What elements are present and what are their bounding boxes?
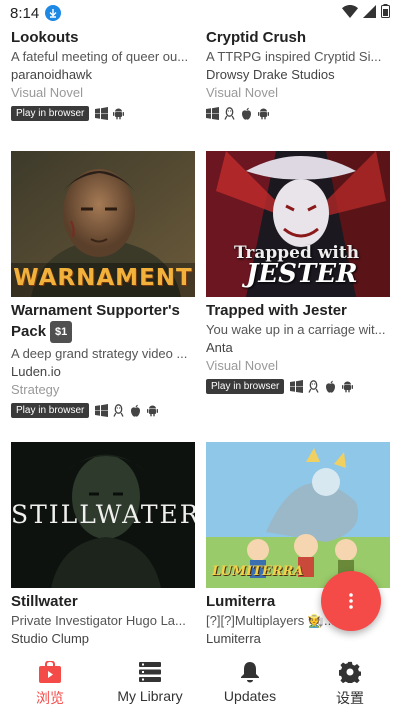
nav-updates-label: Updates: [223, 688, 277, 704]
windows-icon: [290, 379, 304, 393]
android-icon: [146, 404, 159, 417]
play-in-browser-tag: Play in browser: [11, 402, 90, 418]
cover-logo-text-2: JESTER: [246, 259, 358, 289]
linux-icon: [307, 379, 320, 393]
platform-row: Play in browser: [11, 402, 195, 418]
platform-row: [206, 105, 390, 121]
game-author[interactable]: Luden.io: [11, 363, 195, 381]
cover-logo-text: WARNAMENT: [13, 265, 193, 291]
android-icon: [341, 380, 354, 393]
game-title[interactable]: Warnament Supporter's Pack $1: [11, 301, 195, 343]
cell-signal-icon: [363, 4, 376, 22]
android-icon: [257, 107, 270, 120]
game-description: A fateful meeting of queer ou...: [11, 49, 189, 64]
game-card[interactable]: WARNAMENT Warnament Supporter's Pack $1 A…: [11, 151, 195, 418]
game-genre: Strategy: [11, 382, 60, 397]
apple-icon: [129, 404, 142, 417]
download-notification-icon: [45, 5, 62, 21]
nav-settings-label: 设置: [336, 690, 364, 706]
apple-icon: [324, 380, 337, 393]
cover-logo-text: STILLWATER: [11, 500, 195, 529]
game-description: A TTRPG inspired Cryptid Si...: [206, 49, 382, 64]
game-description: You wake up in a carriage wit...: [206, 322, 386, 337]
nav-browse-label: 浏览: [36, 690, 64, 706]
game-genre: Visual Novel: [206, 85, 279, 100]
play-in-browser-tag: Play in browser: [11, 105, 90, 121]
store-bag-icon: [38, 660, 62, 684]
platform-row: Play in browser: [206, 378, 390, 394]
game-genre: Visual Novel: [11, 85, 84, 100]
nav-updates[interactable]: Updates: [200, 650, 300, 711]
game-description: A deep grand strategy video ...: [11, 346, 188, 361]
status-time: 8:14: [10, 4, 40, 22]
linux-icon: [223, 106, 236, 120]
linux-icon: [112, 403, 125, 417]
vertical-dots-icon: [349, 593, 353, 609]
game-author[interactable]: Studio Clump: [11, 630, 195, 648]
game-author[interactable]: paranoidhawk: [11, 66, 195, 84]
windows-icon: [95, 106, 109, 120]
status-bar: 8:14: [0, 0, 400, 26]
more-options-fab[interactable]: [321, 571, 381, 631]
game-title-text[interactable]: Warnament Supporter's Pack: [11, 302, 180, 340]
game-cover-image[interactable]: LUMITERRA: [206, 442, 390, 588]
game-feed[interactable]: Lookouts A fateful meeting of queer ou..…: [0, 0, 400, 650]
game-title[interactable]: Stillwater: [11, 592, 195, 612]
game-card[interactable]: Lookouts A fateful meeting of queer ou..…: [11, 28, 195, 121]
game-author[interactable]: Drowsy Drake Studios: [206, 66, 390, 84]
price-badge: $1: [50, 321, 73, 343]
battery-icon: [381, 4, 390, 22]
nav-browse[interactable]: 浏览: [0, 650, 100, 711]
status-icons: [342, 4, 390, 22]
game-description: Private Investigator Hugo La...: [11, 613, 186, 628]
library-list-icon: [139, 660, 161, 684]
game-author[interactable]: Anta: [206, 339, 390, 357]
cover-logo-text: LUMITERRA: [212, 564, 304, 579]
game-title[interactable]: Cryptid Crush: [206, 28, 390, 48]
bottom-navigation: 浏览 My Library Updates 设置: [0, 650, 400, 711]
game-title[interactable]: Lookouts: [11, 28, 195, 48]
game-cover-image[interactable]: STILLWATER: [11, 442, 195, 588]
game-cover-image[interactable]: WARNAMENT: [11, 151, 195, 297]
nav-settings[interactable]: 设置: [300, 650, 400, 711]
bell-icon: [240, 660, 260, 684]
wifi-icon: [342, 4, 358, 22]
game-card[interactable]: Cryptid Crush A TTRPG inspired Cryptid S…: [206, 28, 390, 121]
game-cover-image[interactable]: Trapped with JESTER: [206, 151, 390, 297]
apple-icon: [240, 107, 253, 120]
game-genre: Visual Novel: [206, 358, 279, 373]
windows-icon: [206, 106, 219, 120]
play-in-browser-tag: Play in browser: [206, 378, 285, 394]
android-icon: [112, 107, 125, 120]
nav-my-library-label: My Library: [117, 688, 183, 704]
windows-icon: [95, 403, 109, 417]
game-title[interactable]: Trapped with Jester: [206, 301, 390, 321]
game-author[interactable]: Lumiterra: [206, 630, 390, 648]
platform-row: Play in browser: [11, 105, 195, 121]
game-card[interactable]: Trapped with JESTER Trapped with Jester …: [206, 151, 390, 394]
gear-icon: [339, 660, 361, 684]
game-card[interactable]: STILLWATER Stillwater Private Investigat…: [11, 442, 195, 648]
nav-my-library[interactable]: My Library: [100, 650, 200, 711]
